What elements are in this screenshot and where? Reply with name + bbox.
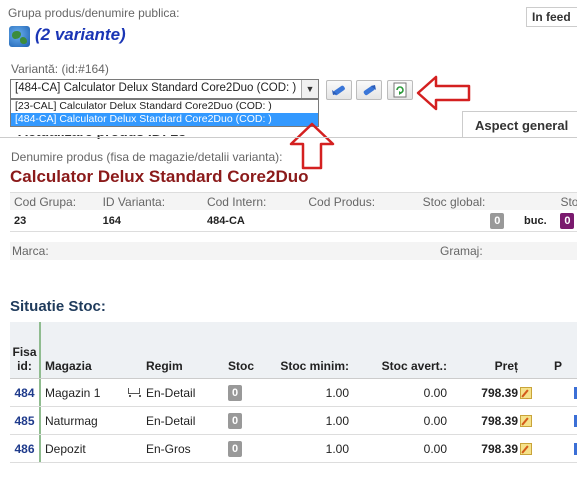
variant-select[interactable]: [484-CA] Calculator Delux Standard Core2… bbox=[10, 79, 319, 99]
nav-prev-icon bbox=[332, 85, 345, 96]
header-fisa: Fisa bbox=[12, 345, 37, 359]
nav-prev-button[interactable] bbox=[326, 80, 352, 100]
stock-header-row: Fisa id: Magazia Regim Stoc Stoc minim: … bbox=[10, 322, 577, 379]
header-stoc-avert: Stoc avert.: bbox=[381, 359, 447, 373]
header-pret: Preț bbox=[494, 359, 518, 373]
tab-divider bbox=[0, 137, 577, 138]
row-magazia: Naturmag bbox=[39, 407, 119, 434]
product-name: Calculator Delux Standard Core2Duo bbox=[10, 167, 309, 186]
value-id-varianta: 164 bbox=[102, 214, 121, 227]
variant-dropdown-list[interactable]: [23-CAL] Calculator Delux Standard Core2… bbox=[10, 99, 319, 127]
row-id-link[interactable]: 486 bbox=[14, 442, 34, 456]
header-stoc-minim: Stoc minim: bbox=[280, 359, 349, 373]
stoc-badge: 0 bbox=[560, 212, 575, 229]
header-cod-produs: Cod Produs: bbox=[308, 194, 376, 209]
group-label: Grupa produs/denumire publica: bbox=[8, 6, 180, 20]
info-value-row: 23 164 484-CA 0 buc. 0 bbox=[10, 210, 577, 232]
header-id: id: bbox=[17, 359, 32, 373]
row-id-link[interactable]: 484 bbox=[14, 386, 34, 400]
globe-icon bbox=[9, 26, 30, 47]
row-stoc-avert: 0.00 bbox=[423, 441, 447, 456]
header-stoc-global: Stoc global: bbox=[422, 194, 486, 209]
header-stoc: Stoc bbox=[560, 194, 577, 209]
header-stoc: Stoc bbox=[228, 359, 255, 373]
row-stoc-avert: 0.00 bbox=[423, 413, 447, 428]
row-pret: 798.39 bbox=[481, 441, 518, 456]
value-unit: buc. bbox=[524, 214, 547, 227]
header-cod-intern: Cod Intern: bbox=[206, 194, 267, 209]
header-magazia: Magazia bbox=[39, 322, 119, 378]
value-stoc-global-cell: 0 bbox=[417, 212, 511, 229]
table-row: 486 Depozit En-Gros 0 1.00 0.00 798.39 bbox=[10, 435, 577, 463]
row-id-link[interactable]: 485 bbox=[14, 414, 34, 428]
stock-table: Fisa id: Magazia Regim Stoc Stoc minim: … bbox=[10, 322, 577, 463]
row-stoc-minim: 1.00 bbox=[325, 385, 349, 400]
table-row: 485 Naturmag En-Detail 0 1.00 0.00 798.3… bbox=[10, 407, 577, 435]
variants-title[interactable]: (2 variante) bbox=[35, 25, 126, 45]
tab-aspect-general[interactable]: Aspect general bbox=[462, 111, 577, 137]
row-stoc-badge: 0 bbox=[228, 440, 242, 457]
value-stoc-cell: 0 bbox=[560, 212, 577, 229]
annotation-arrow-up bbox=[289, 122, 335, 170]
header-fisa-id[interactable]: Fisa id: bbox=[10, 345, 39, 378]
row-regim: En-Detail bbox=[146, 413, 196, 428]
gramaj-label: Gramaj: bbox=[440, 244, 483, 258]
info-header-row: Cod Grupa: ID Varianta: Cod Intern: Cod … bbox=[10, 193, 577, 210]
table-row: 484 Magazin 1 En-Detail 0 1.00 0.00 798.… bbox=[10, 379, 577, 407]
row-magazia: Depozit bbox=[39, 435, 119, 462]
variant-option[interactable]: [23-CAL] Calculator Delux Standard Core2… bbox=[11, 100, 318, 113]
chevron-down-icon[interactable]: ▼ bbox=[301, 80, 318, 98]
edit-icon[interactable] bbox=[520, 387, 532, 400]
refresh-icon bbox=[393, 82, 407, 98]
nav-next-button[interactable] bbox=[356, 80, 382, 100]
header-p: P bbox=[554, 359, 563, 373]
row-stoc-badge: 0 bbox=[228, 384, 242, 401]
stock-section-title: Situatie Stoc: bbox=[10, 298, 106, 315]
edit-icon[interactable] bbox=[520, 415, 532, 428]
product-info-table: Cod Grupa: ID Varianta: Cod Intern: Cod … bbox=[10, 192, 577, 232]
row-stoc-avert: 0.00 bbox=[423, 385, 447, 400]
value-cod-intern: 484-CA bbox=[206, 214, 245, 227]
product-name-label: Denumire produs (fisa de magazie/detalii… bbox=[11, 150, 283, 164]
value-cod-grupa: 23 bbox=[14, 214, 27, 227]
row-magazia: Magazin 1 bbox=[39, 379, 119, 406]
header-id-varianta: ID Varianta: bbox=[102, 194, 166, 209]
header-cart-spacer bbox=[119, 373, 146, 378]
row-stoc-minim: 1.00 bbox=[325, 441, 349, 456]
nav-next-icon bbox=[363, 85, 376, 96]
variant-label: Variantă: (id:#164) bbox=[11, 62, 109, 76]
cart-icon bbox=[126, 387, 141, 397]
row-pret: 798.39 bbox=[481, 385, 518, 400]
edit-icon[interactable] bbox=[520, 443, 532, 456]
marca-row: Marca: Gramaj: bbox=[10, 242, 577, 260]
row-regim: En-Gros bbox=[146, 441, 191, 456]
tab-in-feed[interactable]: In feed bbox=[526, 7, 577, 27]
row-stoc-badge: 0 bbox=[228, 412, 242, 429]
header-cod-grupa: Cod Grupa: bbox=[14, 194, 77, 209]
variant-option-selected[interactable]: [484-CA] Calculator Delux Standard Core2… bbox=[11, 113, 318, 126]
header-regim: Regim bbox=[146, 359, 183, 373]
marca-label: Marca: bbox=[12, 244, 49, 258]
refresh-button[interactable] bbox=[387, 80, 413, 100]
stoc-global-badge: 0 bbox=[490, 212, 505, 229]
annotation-arrow-left bbox=[416, 75, 471, 111]
row-pret: 798.39 bbox=[481, 413, 518, 428]
row-stoc-minim: 1.00 bbox=[325, 413, 349, 428]
row-regim: En-Detail bbox=[146, 385, 196, 400]
